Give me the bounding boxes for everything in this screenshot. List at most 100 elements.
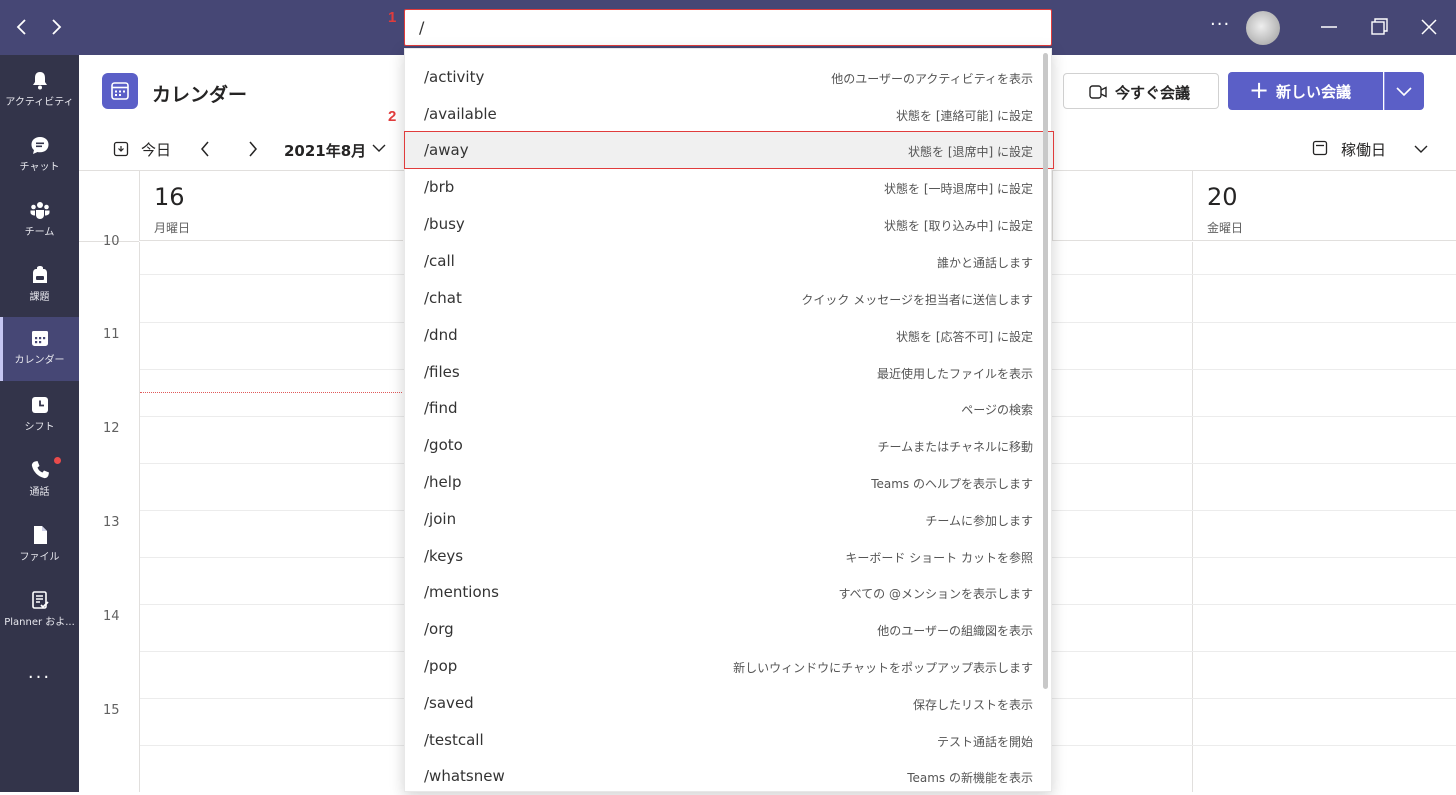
current-time-line <box>140 392 402 393</box>
clock-icon <box>31 397 48 413</box>
day-name: 金曜日 <box>1207 221 1244 235</box>
command-item[interactable]: /help Teams のヘルプを表示します <box>405 464 1039 501</box>
command-item[interactable]: /mentions すべての @メンションを表示します <box>405 574 1039 611</box>
annotation-2: 2 <box>388 108 397 125</box>
command-item[interactable]: /available 状態を [連絡可能] に設定 <box>405 96 1039 133</box>
command-name: /pop <box>424 657 458 675</box>
rail-item-shifts[interactable]: シフト <box>0 384 79 448</box>
command-description: 最近使用したファイルを表示 <box>876 367 1033 381</box>
phone-icon <box>31 461 49 479</box>
command-name: /files <box>424 363 460 381</box>
back-icon[interactable] <box>10 13 34 41</box>
hour-label: 11 <box>103 327 120 342</box>
teams-icon <box>30 202 49 219</box>
command-item[interactable]: /files 最近使用したファイルを表示 <box>405 354 1039 391</box>
chevron-down-icon[interactable] <box>371 141 387 155</box>
divider <box>1192 242 1193 792</box>
close-icon[interactable] <box>1416 14 1442 40</box>
new-meeting-label: 新しい会議 <box>1276 83 1352 101</box>
command-item[interactable]: /find ページの検索 <box>405 390 1039 427</box>
rail-item-assignments[interactable]: 課題 <box>0 254 79 318</box>
rail-item-calendar[interactable]: カレンダー <box>0 317 79 381</box>
command-name: /chat <box>424 289 462 307</box>
command-item[interactable]: /pop 新しいウィンドウにチャットをポップアップ表示します <box>405 648 1039 685</box>
rail-item-activity[interactable]: アクティビティ <box>0 59 79 123</box>
minimize-icon[interactable] <box>1316 14 1342 40</box>
day-header-thursday[interactable] <box>1052 171 1193 241</box>
command-name: /join <box>424 510 457 528</box>
command-description: すべての @メンションを表示します <box>838 587 1034 601</box>
command-item[interactable]: /org 他のユーザーの組織図を表示 <box>405 611 1039 648</box>
command-description: 状態を [連絡可能] に設定 <box>896 109 1033 123</box>
command-description: 保存したリストを表示 <box>912 698 1033 712</box>
chevron-down-icon[interactable] <box>1413 142 1429 156</box>
rail-item-chat[interactable]: チャット <box>0 124 79 188</box>
more-apps-icon[interactable]: ··· <box>0 667 79 688</box>
time-gutter-header <box>79 171 139 242</box>
command-description: チームに参加します <box>925 514 1033 528</box>
calendar-icon <box>31 331 48 346</box>
command-item[interactable]: /activity 他のユーザーのアクティビティを表示 <box>405 59 1039 96</box>
app-rail: アクティビティ チャット チーム 課題 カレンダー シフト 通話 ファイル Pl… <box>0 55 79 792</box>
command-item[interactable]: /dnd 状態を [応答不可] に設定 <box>405 317 1039 354</box>
command-description: Teams のヘルプを表示します <box>871 477 1033 491</box>
day-header-friday[interactable]: 20 金曜日 <box>1192 171 1456 241</box>
command-dropdown: /activity 他のユーザーのアクティビティを表示 /available 状態を… <box>404 48 1054 795</box>
command-name: /testcall <box>424 731 484 749</box>
dropdown-scrollbar[interactable] <box>1043 53 1048 689</box>
meet-now-button[interactable]: 今すぐ会議 <box>1063 73 1219 109</box>
month-selector[interactable]: 2021年8月 <box>284 140 366 161</box>
plus-icon: + <box>1249 76 1270 104</box>
rail-label: チャット <box>19 162 60 173</box>
command-description: 状態を [一時退席中] に設定 <box>884 182 1033 196</box>
hour-label: 15 <box>103 703 120 718</box>
new-meeting-button[interactable]: + 新しい会議 <box>1228 72 1383 110</box>
chat-icon <box>31 137 48 154</box>
command-item-selected[interactable]: /away 状態を [退席中] に設定 <box>404 131 1054 169</box>
day-header-monday[interactable]: 16 月曜日 <box>139 171 403 241</box>
command-name: /away <box>424 141 469 159</box>
command-item[interactable]: /testcall テスト通話を開始 <box>405 722 1039 759</box>
command-name: /busy <box>424 215 465 233</box>
new-meeting-dropdown[interactable] <box>1384 72 1424 110</box>
rail-item-files[interactable]: ファイル <box>0 514 79 578</box>
planner-icon <box>31 591 49 609</box>
day-number: 16 <box>154 183 185 211</box>
command-item[interactable]: /busy 状態を [取り込み中] に設定 <box>405 206 1039 243</box>
rail-label: アクティビティ <box>5 97 74 108</box>
hour-label: 13 <box>103 515 120 530</box>
avatar[interactable] <box>1246 11 1280 45</box>
command-description: ページの検索 <box>961 403 1033 417</box>
search-input[interactable]: / <box>404 9 1052 46</box>
command-description: テスト通話を開始 <box>936 735 1033 749</box>
command-item[interactable]: /call 誰かと通話します <box>405 243 1039 280</box>
command-item[interactable]: /keys キーボード ショート カットを参照 <box>405 538 1039 575</box>
command-item[interactable]: /join チームに参加します <box>405 501 1039 538</box>
next-icon[interactable] <box>245 139 261 159</box>
restore-icon[interactable] <box>1366 14 1392 40</box>
command-name: /activity <box>424 68 485 86</box>
command-item[interactable]: /goto チームまたはチャネルに移動 <box>405 427 1039 464</box>
command-item[interactable]: /whatsnew Teams の新機能を表示 <box>405 758 1039 795</box>
rail-item-teams[interactable]: チーム <box>0 189 79 253</box>
forward-icon[interactable] <box>44 13 68 41</box>
command-name: /call <box>424 252 455 270</box>
command-description: 状態を [退席中] に設定 <box>908 145 1033 159</box>
previous-icon[interactable] <box>197 139 213 159</box>
hour-label: 14 <box>103 609 120 624</box>
command-item[interactable]: /saved 保存したリストを表示 <box>405 685 1039 722</box>
rail-label: Planner およ... <box>4 617 75 628</box>
day-number: 20 <box>1207 183 1238 211</box>
more-options-icon[interactable]: ··· <box>1210 14 1230 35</box>
meet-now-label: 今すぐ会議 <box>1115 84 1191 102</box>
command-item[interactable]: /chat クイック メッセージを担当者に送信します <box>405 280 1039 317</box>
view-selector[interactable]: 稼働日 <box>1341 139 1386 160</box>
rail-item-planner[interactable]: Planner およ... <box>0 579 79 643</box>
today-button[interactable]: 今日 <box>141 139 171 160</box>
view-icon <box>1312 140 1328 156</box>
command-name: /available <box>424 105 497 123</box>
rail-item-calls[interactable]: 通話 <box>0 449 79 513</box>
command-description: キーボード ショート カットを参照 <box>845 551 1033 565</box>
chevron-down-icon <box>1396 87 1412 97</box>
command-item[interactable]: /brb 状態を [一時退席中] に設定 <box>405 169 1039 206</box>
